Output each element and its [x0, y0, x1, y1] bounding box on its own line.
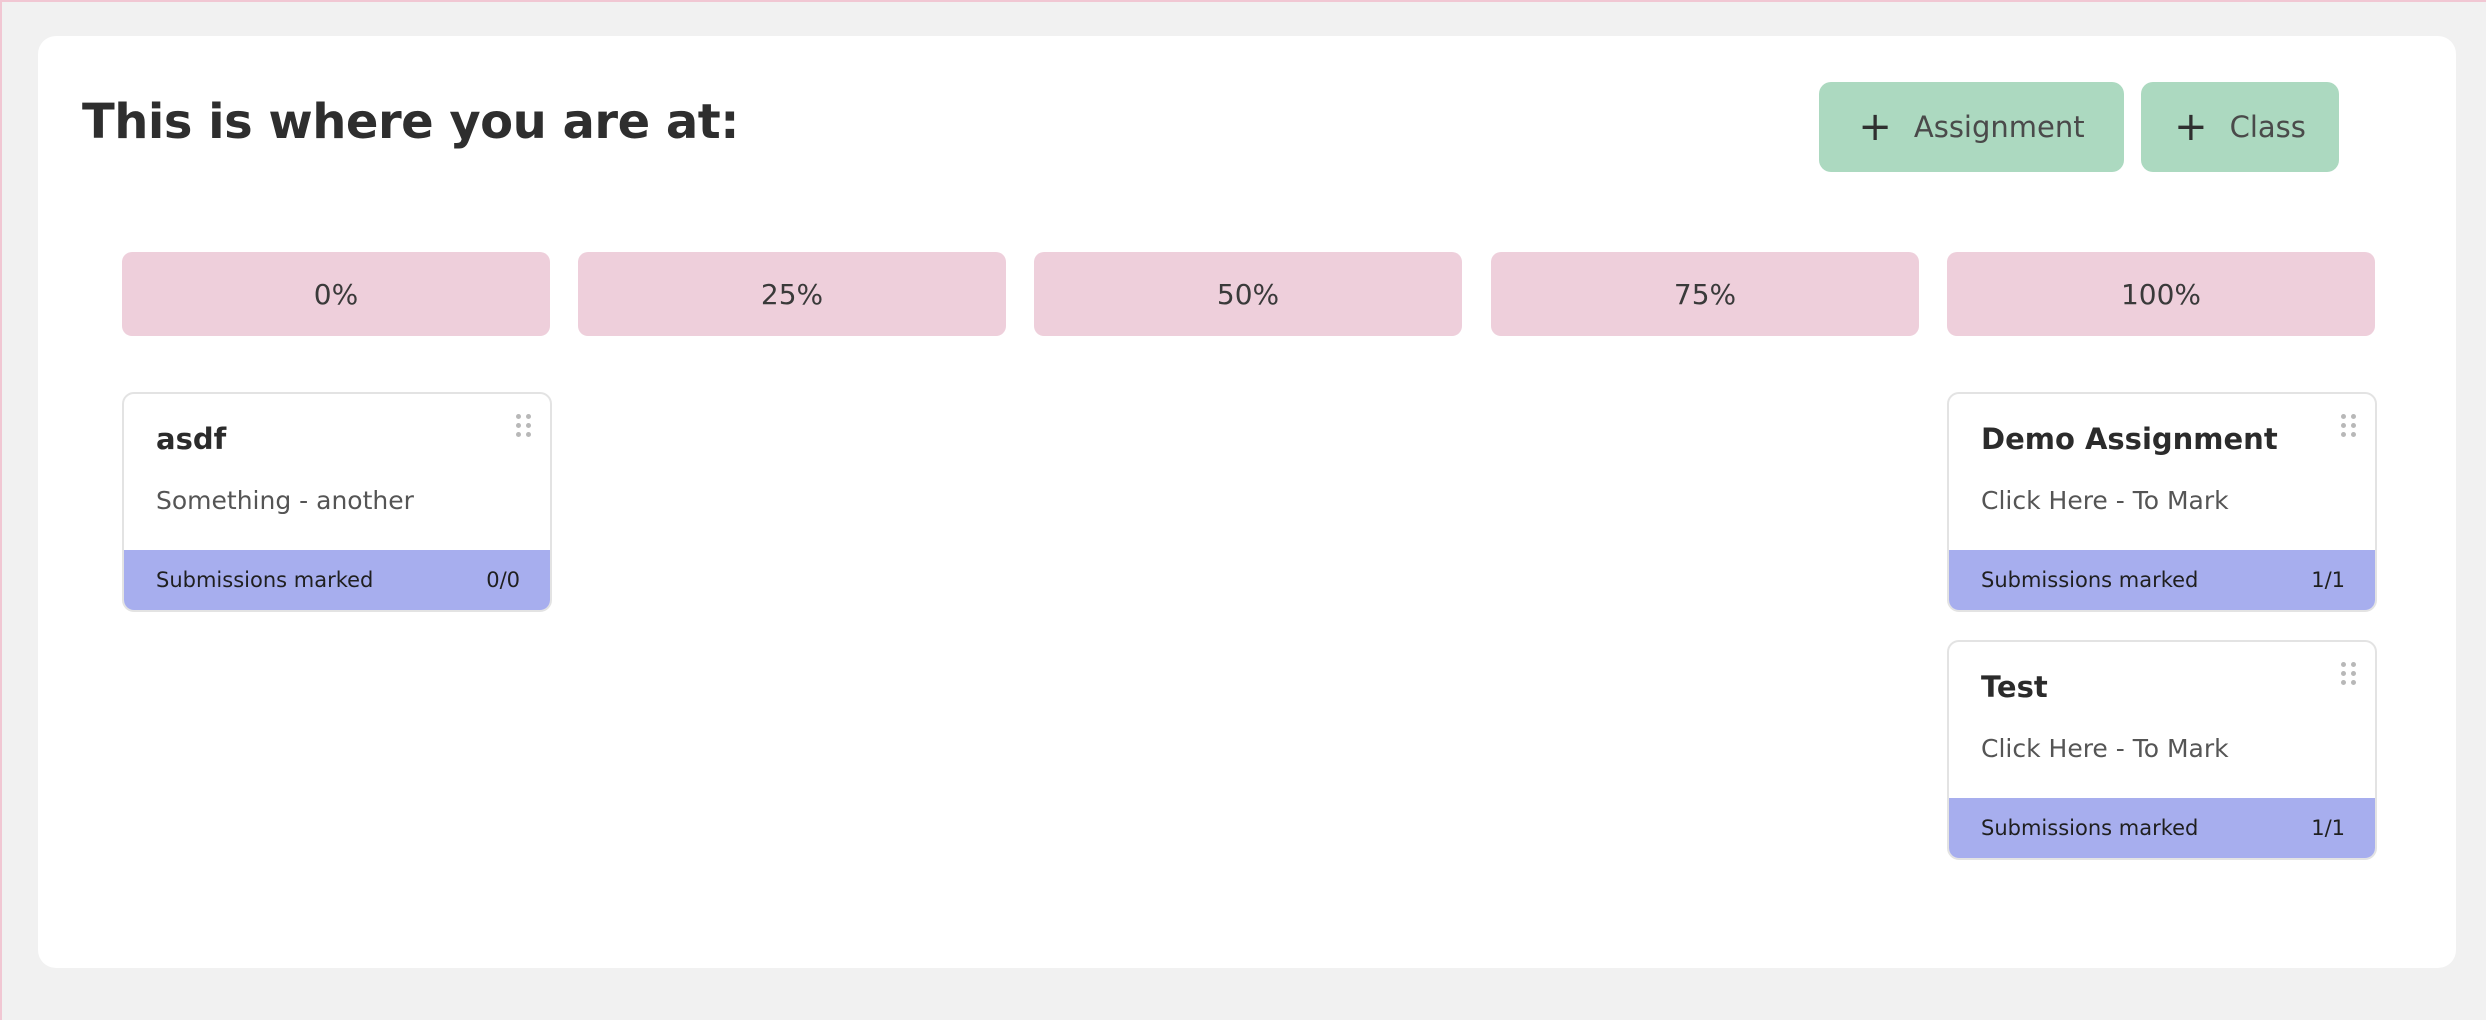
card-subtitle: Something - another — [156, 486, 414, 515]
column-header-100: 100% — [1947, 252, 2375, 336]
submissions-marked-count: 1/1 — [2311, 816, 2345, 840]
submissions-marked-label: Submissions marked — [156, 568, 374, 592]
assignment-card[interactable]: Test Click Here - To Mark Submissions ma… — [1947, 640, 2377, 860]
column-header-0: 0% — [122, 252, 550, 336]
submissions-marked-label: Submissions marked — [1981, 568, 2199, 592]
column-header-50: 50% — [1034, 252, 1462, 336]
column-header-25: 25% — [578, 252, 1006, 336]
card-title: asdf — [156, 422, 227, 456]
add-class-label: Class — [2229, 110, 2306, 144]
drag-handle-icon[interactable] — [2341, 662, 2357, 686]
card-subtitle: Click Here - To Mark — [1981, 734, 2229, 763]
plus-icon: + — [2174, 104, 2208, 150]
card-subtitle: Click Here - To Mark — [1981, 486, 2229, 515]
submissions-marked-count: 0/0 — [486, 568, 520, 592]
card-title: Test — [1981, 670, 2048, 704]
assignment-card[interactable]: Demo Assignment Click Here - To Mark Sub… — [1947, 392, 2377, 612]
column-header-75: 75% — [1491, 252, 1919, 336]
add-class-button[interactable]: + Class — [2141, 82, 2339, 172]
plus-icon: + — [1858, 104, 1892, 150]
drag-handle-icon[interactable] — [516, 414, 532, 438]
submissions-marked-label: Submissions marked — [1981, 816, 2199, 840]
drag-handle-icon[interactable] — [2341, 414, 2357, 438]
card-footer: Submissions marked 0/0 — [124, 550, 550, 610]
card-footer: Submissions marked 1/1 — [1949, 550, 2375, 610]
assignment-card[interactable]: asdf Something - another Submissions mar… — [122, 392, 552, 612]
page-title: This is where you are at: — [82, 94, 739, 150]
add-assignment-label: Assignment — [1913, 110, 2085, 144]
submissions-marked-count: 1/1 — [2311, 568, 2345, 592]
card-footer: Submissions marked 1/1 — [1949, 798, 2375, 858]
add-assignment-button[interactable]: + Assignment — [1819, 82, 2124, 172]
card-title: Demo Assignment — [1981, 422, 2278, 456]
